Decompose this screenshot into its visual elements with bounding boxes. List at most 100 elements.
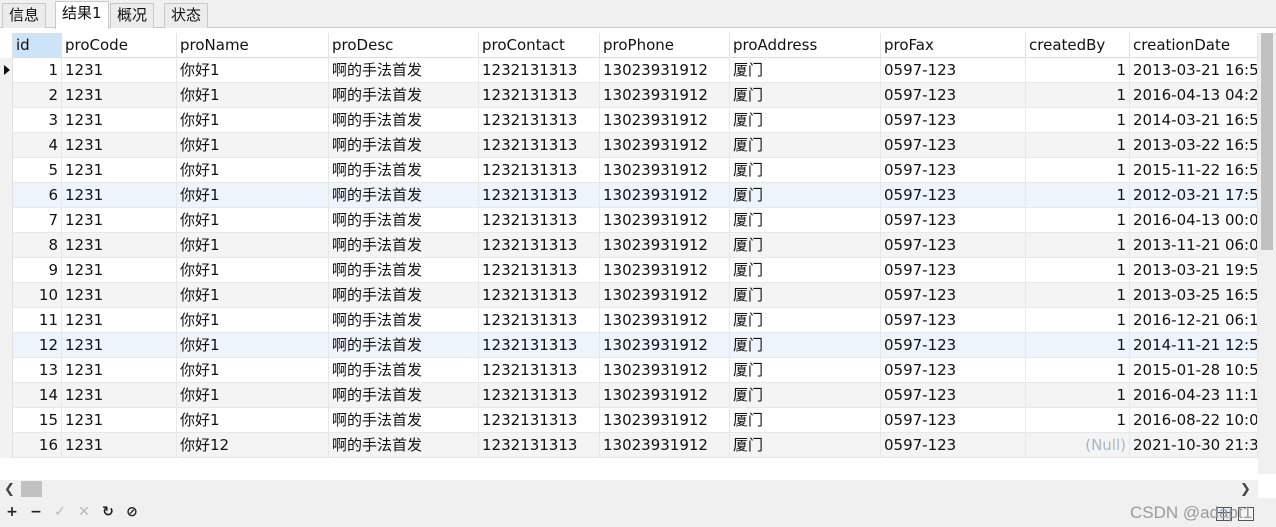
- cell-proAddress[interactable]: 厦门: [730, 433, 881, 458]
- row-indicator[interactable]: [0, 233, 13, 258]
- cell-proPhone[interactable]: 13023931912: [600, 233, 730, 258]
- row-indicator[interactable]: [0, 408, 13, 433]
- cell-proContact[interactable]: 1232131313: [479, 433, 600, 458]
- cell-proCode[interactable]: 1231: [62, 208, 177, 233]
- cell-proCode[interactable]: 1231: [62, 133, 177, 158]
- cell-id[interactable]: 2: [13, 83, 62, 108]
- cell-proPhone[interactable]: 13023931912: [600, 58, 730, 83]
- cell-createdBy[interactable]: 1: [1026, 108, 1130, 133]
- cell-proPhone[interactable]: 13023931912: [600, 133, 730, 158]
- cell-proFax[interactable]: 0597-123: [881, 283, 1026, 308]
- cell-creationDate[interactable]: 2016-04-23 11:11: [1130, 383, 1258, 408]
- cell-proCode[interactable]: 1231: [62, 283, 177, 308]
- cell-proFax[interactable]: 0597-123: [881, 333, 1026, 358]
- table-row[interactable]: 12 1231 你好1 啊的手法首发 1232131313 13023931912 厦门 05…: [0, 333, 1258, 358]
- scroll-left-arrow-icon[interactable]: ❮: [4, 482, 15, 497]
- cell-proContact[interactable]: 1232131313: [479, 333, 600, 358]
- cell-id[interactable]: 5: [13, 158, 62, 183]
- column-header-proContact[interactable]: proContact: [479, 33, 600, 58]
- row-indicator[interactable]: [0, 333, 13, 358]
- tab-info[interactable]: 信息: [2, 3, 47, 28]
- cell-id[interactable]: 12: [13, 333, 62, 358]
- cell-creationDate[interactable]: 2016-12-21 06:12: [1130, 308, 1258, 333]
- cell-proDesc[interactable]: 啊的手法首发: [329, 383, 479, 408]
- cell-proContact[interactable]: 1232131313: [479, 83, 600, 108]
- cell-proPhone[interactable]: 13023931912: [600, 433, 730, 458]
- cell-proAddress[interactable]: 厦门: [730, 233, 881, 258]
- cell-proContact[interactable]: 1232131313: [479, 408, 600, 433]
- tab-overview[interactable]: 概况: [110, 3, 155, 28]
- cell-proName[interactable]: 你好1: [177, 333, 329, 358]
- cell-proPhone[interactable]: 13023931912: [600, 183, 730, 208]
- cell-proAddress[interactable]: 厦门: [730, 258, 881, 283]
- cell-proName[interactable]: 你好1: [177, 233, 329, 258]
- cell-proFax[interactable]: 0597-123: [881, 133, 1026, 158]
- column-header-proAddress[interactable]: proAddress: [730, 33, 881, 58]
- cell-proDesc[interactable]: 啊的手法首发: [329, 408, 479, 433]
- table-row[interactable]: 10 1231 你好1 啊的手法首发 1232131313 13023931912 厦门 05…: [0, 283, 1258, 308]
- cell-proName[interactable]: 你好1: [177, 258, 329, 283]
- row-indicator[interactable]: [0, 158, 13, 183]
- cell-id[interactable]: 4: [13, 133, 62, 158]
- row-indicator[interactable]: [0, 83, 13, 108]
- cell-proContact[interactable]: 1232131313: [479, 158, 600, 183]
- cell-id[interactable]: 7: [13, 208, 62, 233]
- cell-proContact[interactable]: 1232131313: [479, 308, 600, 333]
- table-row[interactable]: 16 1231 你好12 啊的手法首发 1232131313 13023931912 厦门 0…: [0, 433, 1258, 458]
- row-indicator[interactable]: [0, 258, 13, 283]
- cell-id[interactable]: 1: [13, 58, 62, 83]
- row-indicator[interactable]: [0, 183, 13, 208]
- cell-proContact[interactable]: 1232131313: [479, 208, 600, 233]
- cell-proDesc[interactable]: 啊的手法首发: [329, 83, 479, 108]
- cell-proDesc[interactable]: 啊的手法首发: [329, 283, 479, 308]
- cell-createdBy[interactable]: 1: [1026, 308, 1130, 333]
- cell-proName[interactable]: 你好1: [177, 308, 329, 333]
- cell-proName[interactable]: 你好12: [177, 433, 329, 458]
- minus-icon[interactable]: −: [28, 504, 44, 520]
- cell-id[interactable]: 13: [13, 358, 62, 383]
- cell-proContact[interactable]: 1232131313: [479, 383, 600, 408]
- cell-proContact[interactable]: 1232131313: [479, 358, 600, 383]
- table-row[interactable]: 6 1231 你好1 啊的手法首发 1232131313 13023931912 厦门 059…: [0, 183, 1258, 208]
- cell-proCode[interactable]: 1231: [62, 58, 177, 83]
- cell-proAddress[interactable]: 厦门: [730, 83, 881, 108]
- cell-createdBy[interactable]: 1: [1026, 183, 1130, 208]
- cell-proFax[interactable]: 0597-123: [881, 433, 1026, 458]
- cell-proPhone[interactable]: 13023931912: [600, 333, 730, 358]
- cell-proCode[interactable]: 1231: [62, 308, 177, 333]
- cell-createdBy[interactable]: 1: [1026, 333, 1130, 358]
- cell-proContact[interactable]: 1232131313: [479, 58, 600, 83]
- row-indicator[interactable]: [0, 108, 13, 133]
- cell-proPhone[interactable]: 13023931912: [600, 258, 730, 283]
- cell-id[interactable]: 3: [13, 108, 62, 133]
- tab-result1[interactable]: 结果1: [55, 1, 109, 29]
- cell-proAddress[interactable]: 厦门: [730, 183, 881, 208]
- column-header-proFax[interactable]: proFax: [881, 33, 1026, 58]
- cell-creationDate[interactable]: 2012-03-21 17:52: [1130, 183, 1258, 208]
- cell-createdBy[interactable]: 1: [1026, 258, 1130, 283]
- cell-proFax[interactable]: 0597-123: [881, 408, 1026, 433]
- stop-icon[interactable]: ⊘: [124, 504, 140, 520]
- cell-createdBy[interactable]: 1: [1026, 208, 1130, 233]
- cell-creationDate[interactable]: 2014-03-21 16:56: [1130, 108, 1258, 133]
- cell-proDesc[interactable]: 啊的手法首发: [329, 183, 479, 208]
- cell-creationDate[interactable]: 2013-03-22 16:52: [1130, 133, 1258, 158]
- cell-id[interactable]: 10: [13, 283, 62, 308]
- cell-id[interactable]: 15: [13, 408, 62, 433]
- table-row[interactable]: 11 1231 你好1 啊的手法首发 1232131313 13023931912 厦门 05…: [0, 308, 1258, 333]
- table-row[interactable]: 15 1231 你好1 啊的手法首发 1232131313 13023931912 厦门 05…: [0, 408, 1258, 433]
- row-indicator[interactable]: [0, 433, 13, 458]
- cell-proFax[interactable]: 0597-123: [881, 108, 1026, 133]
- cell-proName[interactable]: 你好1: [177, 158, 329, 183]
- cell-proDesc[interactable]: 啊的手法首发: [329, 258, 479, 283]
- cell-id[interactable]: 16: [13, 433, 62, 458]
- plus-icon[interactable]: +: [4, 504, 20, 520]
- cell-proCode[interactable]: 1231: [62, 258, 177, 283]
- cell-proName[interactable]: 你好1: [177, 358, 329, 383]
- cell-proCode[interactable]: 1231: [62, 433, 177, 458]
- cell-proFax[interactable]: 0597-123: [881, 308, 1026, 333]
- cell-proCode[interactable]: 1231: [62, 333, 177, 358]
- cell-proCode[interactable]: 1231: [62, 408, 177, 433]
- table-row[interactable]: 8 1231 你好1 啊的手法首发 1232131313 13023931912 厦门 059…: [0, 233, 1258, 258]
- cell-proFax[interactable]: 0597-123: [881, 358, 1026, 383]
